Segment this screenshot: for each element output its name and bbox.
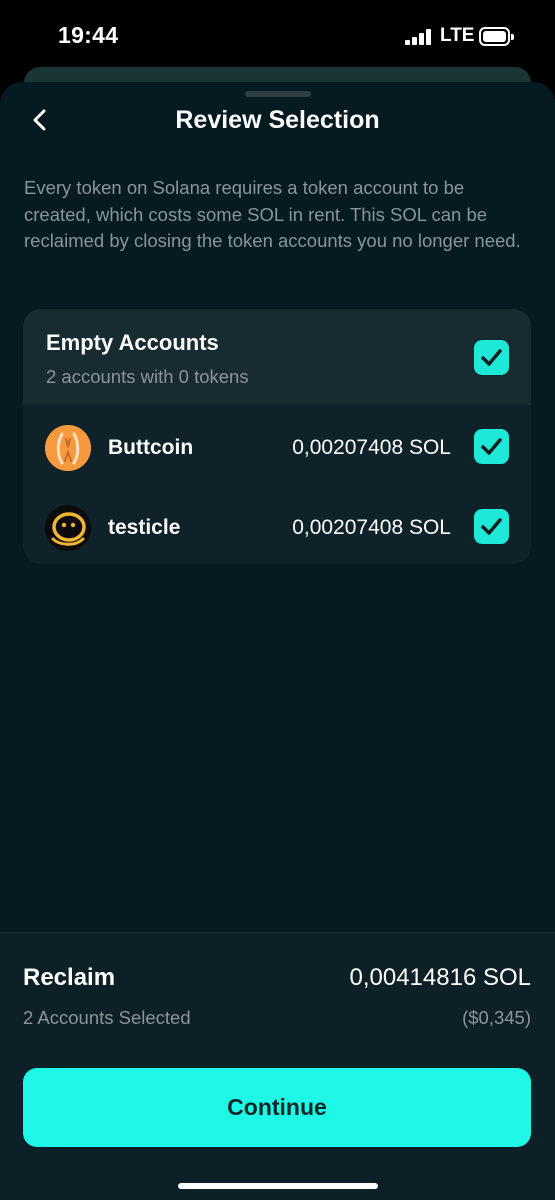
reclaim-label: Reclaim: [23, 964, 116, 991]
token-checkbox-testicle[interactable]: [474, 509, 509, 544]
token-row-buttcoin[interactable]: Buttcoin 0,00207408 SOL: [23, 408, 531, 488]
fiat-amount: ($0,345): [462, 1007, 531, 1028]
empty-accounts-subtitle: 2 accounts with 0 tokens: [46, 366, 249, 387]
page-title: Review Selection: [175, 106, 380, 134]
reclaim-amount: 0,00414816 SOL: [349, 964, 532, 991]
token-name: testicle: [108, 516, 181, 539]
buttcoin-logo-icon: [45, 425, 91, 471]
sheet-drag-handle[interactable]: [245, 91, 311, 97]
rent-description: Every token on Solana requires a token a…: [24, 177, 521, 251]
checkmark-icon: [481, 518, 502, 535]
home-indicator[interactable]: [178, 1183, 378, 1189]
selected-count: 2 Accounts Selected: [23, 1007, 191, 1028]
continue-button[interactable]: Continue: [23, 1068, 531, 1147]
checkmark-icon: [481, 438, 502, 455]
token-name: Buttcoin: [108, 436, 194, 459]
testicle-logo-icon: [45, 505, 91, 551]
network-type: LTE: [440, 25, 475, 46]
empty-accounts-title: Empty Accounts: [46, 330, 219, 355]
token-amount: 0,00207408 SOL: [292, 436, 451, 459]
review-selection-sheet: Review Selection Every token on Solana r…: [0, 82, 555, 1200]
token-amount: 0,00207408 SOL: [292, 516, 451, 539]
select-all-checkbox[interactable]: [474, 340, 509, 375]
checkmark-icon: [481, 349, 502, 366]
empty-accounts-card: Empty Accounts 2 accounts with 0 tokens …: [23, 309, 531, 564]
signal-strength-icon: [405, 29, 435, 45]
token-row-testicle[interactable]: testicle 0,00207408 SOL: [23, 488, 531, 564]
status-time: 19:44: [58, 22, 119, 48]
token-checkbox-buttcoin[interactable]: [474, 429, 509, 464]
battery-icon: [479, 27, 514, 46]
empty-accounts-header[interactable]: Empty Accounts 2 accounts with 0 tokens: [23, 309, 531, 405]
reclaim-footer: Reclaim 0,00414816 SOL 2 Accounts Select…: [0, 932, 555, 1200]
status-bar: 19:44 LTE: [0, 0, 555, 70]
